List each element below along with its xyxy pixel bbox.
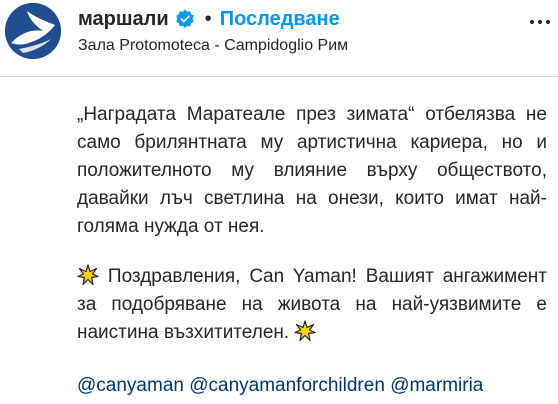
header-separator: • (204, 7, 212, 30)
mention-link[interactable]: @canyamanforchildren (189, 375, 385, 396)
mention-link[interactable]: @canyaman (77, 375, 184, 396)
header-divider (0, 76, 558, 77)
mention-tags: @canyaman @canyamanforchildren @marmiria (77, 372, 483, 400)
username-link[interactable]: маршали (78, 8, 169, 31)
sparkle-star-icon (294, 320, 317, 342)
post-caption: „Наградата Маратеале през зимата“ отбеля… (77, 101, 547, 369)
sparkle-star-icon (77, 264, 99, 286)
follow-button[interactable]: Последване (220, 8, 340, 31)
caption-paragraph-2: Поздравления, Can Yaman! Вашият ангажиме… (77, 263, 547, 347)
post-header: маршали • Последване Зала Protomoteca - … (0, 0, 558, 70)
verified-badge-icon (175, 9, 195, 29)
bird-logo-icon (5, 3, 61, 59)
header-title-row: маршали • Последване (78, 6, 340, 32)
avatar[interactable] (5, 3, 61, 59)
instagram-post: маршали • Последване Зала Protomoteca - … (0, 0, 558, 404)
caption-paragraph-1: „Наградата Маратеале през зимата“ отбеля… (77, 104, 553, 237)
location-link[interactable]: Зала Protomoteca - Campidoglio Рим (78, 37, 348, 55)
mention-link[interactable]: @marmiria (390, 375, 483, 396)
more-options-icon[interactable] (522, 4, 558, 40)
